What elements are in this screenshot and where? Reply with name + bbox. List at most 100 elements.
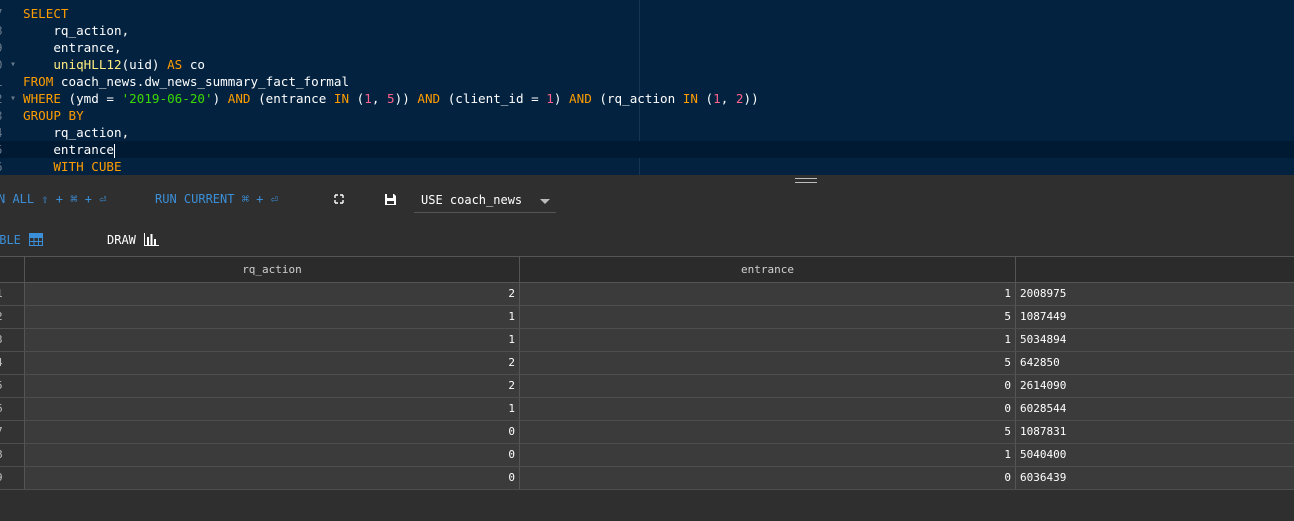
- code-line[interactable]: 6 WITH CUBE: [0, 158, 1294, 175]
- database-select-value: USE coach_news: [421, 193, 523, 207]
- code-token: FROM: [23, 74, 54, 89]
- cell-rq-action[interactable]: 2: [25, 283, 520, 305]
- cell-entrance[interactable]: 0: [520, 467, 1016, 489]
- code-token: WITH CUBE: [53, 159, 122, 174]
- code-line[interactable]: 4 rq_action,: [0, 124, 1294, 141]
- header-rq-action[interactable]: rq_action: [25, 257, 520, 282]
- cell-co[interactable]: 1087449: [1016, 306, 1294, 328]
- cell-co[interactable]: 6028544: [1016, 398, 1294, 420]
- code-token: AND: [417, 91, 441, 106]
- cell-co[interactable]: 1087831: [1016, 421, 1294, 443]
- code-line[interactable]: 0▾ uniqHLL12(uid) AS co: [0, 56, 1294, 73]
- code-line[interactable]: 5 entrance: [0, 141, 1294, 158]
- cell-co[interactable]: 2614090: [1016, 375, 1294, 397]
- cell-entrance[interactable]: 0: [520, 398, 1016, 420]
- cell-rq-action[interactable]: 2: [25, 352, 520, 374]
- table-row[interactable]: 425642850: [0, 352, 1294, 375]
- cell-entrance[interactable]: 5: [520, 306, 1016, 328]
- cell-rq-action[interactable]: 0: [25, 421, 520, 443]
- tab-draw-label: DRAW: [107, 233, 136, 247]
- row-index: 8: [0, 444, 25, 466]
- cell-entrance[interactable]: 5: [520, 352, 1016, 374]
- code-token: (rq_action: [591, 91, 683, 106]
- cell-rq-action[interactable]: 0: [25, 467, 520, 489]
- header-co[interactable]: [1016, 257, 1294, 282]
- sql-editor[interactable]: 7SELECT8 rq_action,9 entrance,0▾ uniqHLL…: [0, 0, 1294, 175]
- table-row[interactable]: 3115034894: [0, 329, 1294, 352]
- table-row[interactable]: 8015040400: [0, 444, 1294, 467]
- code-token: (ymd =: [60, 91, 122, 106]
- line-number: 6: [0, 158, 7, 175]
- row-index: 6: [0, 398, 25, 420]
- cell-co[interactable]: 642850: [1016, 352, 1294, 374]
- text-cursor: [114, 143, 115, 158]
- code-token: AND: [227, 91, 251, 106]
- cell-co[interactable]: 5034894: [1016, 329, 1294, 351]
- cell-co[interactable]: 5040400: [1016, 444, 1294, 466]
- cell-entrance[interactable]: 1: [520, 283, 1016, 305]
- line-number: 0: [0, 56, 7, 73]
- code-token: 1: [546, 91, 554, 106]
- code-token: entrance: [23, 142, 114, 157]
- code-text: FROM coach_news.dw_news_summary_fact_for…: [23, 73, 349, 90]
- fold-toggle-icon[interactable]: ▾: [10, 90, 16, 107]
- row-index: 3: [0, 329, 25, 351]
- result-view-tabs: ABLE DRAW: [0, 225, 400, 253]
- run-all-button[interactable]: N ALL ⇧ + ⌘ + ⏎: [0, 191, 106, 207]
- code-token: rq_action,: [23, 125, 130, 140]
- code-token: (client_id =: [440, 91, 547, 106]
- cell-rq-action[interactable]: 1: [25, 329, 520, 351]
- code-token: )): [394, 91, 418, 106]
- fold-toggle-icon[interactable]: ▾: [10, 56, 16, 73]
- run-current-button[interactable]: RUN CURRENT ⌘ + ⏎: [155, 191, 278, 207]
- code-line[interactable]: 2▾WHERE (ymd = '2019-06-20') AND (entran…: [0, 90, 1294, 107]
- code-text: WHERE (ymd = '2019-06-20') AND (entrance…: [23, 90, 759, 107]
- table-row[interactable]: 6106028544: [0, 398, 1294, 421]
- code-line[interactable]: 3 GROUP BY: [0, 107, 1294, 124]
- table-row[interactable]: 9006036439: [0, 467, 1294, 490]
- code-line[interactable]: 7 SELECT: [0, 5, 1294, 22]
- cell-entrance[interactable]: 1: [520, 444, 1016, 466]
- row-index: 7: [0, 421, 25, 443]
- cell-rq-action[interactable]: 0: [25, 444, 520, 466]
- table-row[interactable]: 2151087449: [0, 306, 1294, 329]
- table-row[interactable]: 7051087831: [0, 421, 1294, 444]
- line-number: 5: [0, 141, 7, 158]
- header-entrance[interactable]: entrance: [520, 257, 1016, 282]
- cell-entrance[interactable]: 1: [520, 329, 1016, 351]
- table-row[interactable]: 5202614090: [0, 375, 1294, 398]
- cell-co[interactable]: 6036439: [1016, 467, 1294, 489]
- code-token: co: [182, 57, 206, 72]
- tab-draw[interactable]: DRAW: [107, 231, 159, 249]
- save-icon[interactable]: [384, 193, 397, 206]
- cell-co[interactable]: 2008975: [1016, 283, 1294, 305]
- table-row[interactable]: 1212008975: [0, 283, 1294, 306]
- database-select[interactable]: USE coach_news: [414, 188, 556, 213]
- fullscreen-icon[interactable]: [333, 193, 345, 205]
- code-token: coach_news.dw_news_summary_fact_formal: [53, 74, 350, 89]
- code-text: rq_action,: [23, 124, 129, 141]
- code-line[interactable]: 9 entrance,: [0, 39, 1294, 56]
- code-line[interactable]: 8 rq_action,: [0, 22, 1294, 39]
- code-text: uniqHLL12(uid) AS co: [23, 56, 205, 73]
- line-number: 1: [0, 73, 7, 90]
- code-token: uniqHLL12: [53, 57, 122, 72]
- cell-entrance[interactable]: 5: [520, 421, 1016, 443]
- code-token: entrance,: [23, 40, 122, 55]
- line-number: 9: [0, 39, 7, 56]
- cell-entrance[interactable]: 0: [520, 375, 1016, 397]
- line-number: 3: [0, 107, 7, 124]
- code-token: 5: [387, 91, 395, 106]
- tab-table[interactable]: ABLE: [0, 231, 43, 249]
- code-text: entrance,: [23, 39, 122, 56]
- code-token: IN: [333, 91, 350, 106]
- cell-rq-action[interactable]: 2: [25, 375, 520, 397]
- code-token: WHERE: [23, 91, 61, 106]
- cell-rq-action[interactable]: 1: [25, 306, 520, 328]
- cell-rq-action[interactable]: 1: [25, 398, 520, 420]
- code-line[interactable]: 1 FROM coach_news.dw_news_summary_fact_fo…: [0, 73, 1294, 90]
- code-token: ): [212, 91, 228, 106]
- row-index: 2: [0, 306, 25, 328]
